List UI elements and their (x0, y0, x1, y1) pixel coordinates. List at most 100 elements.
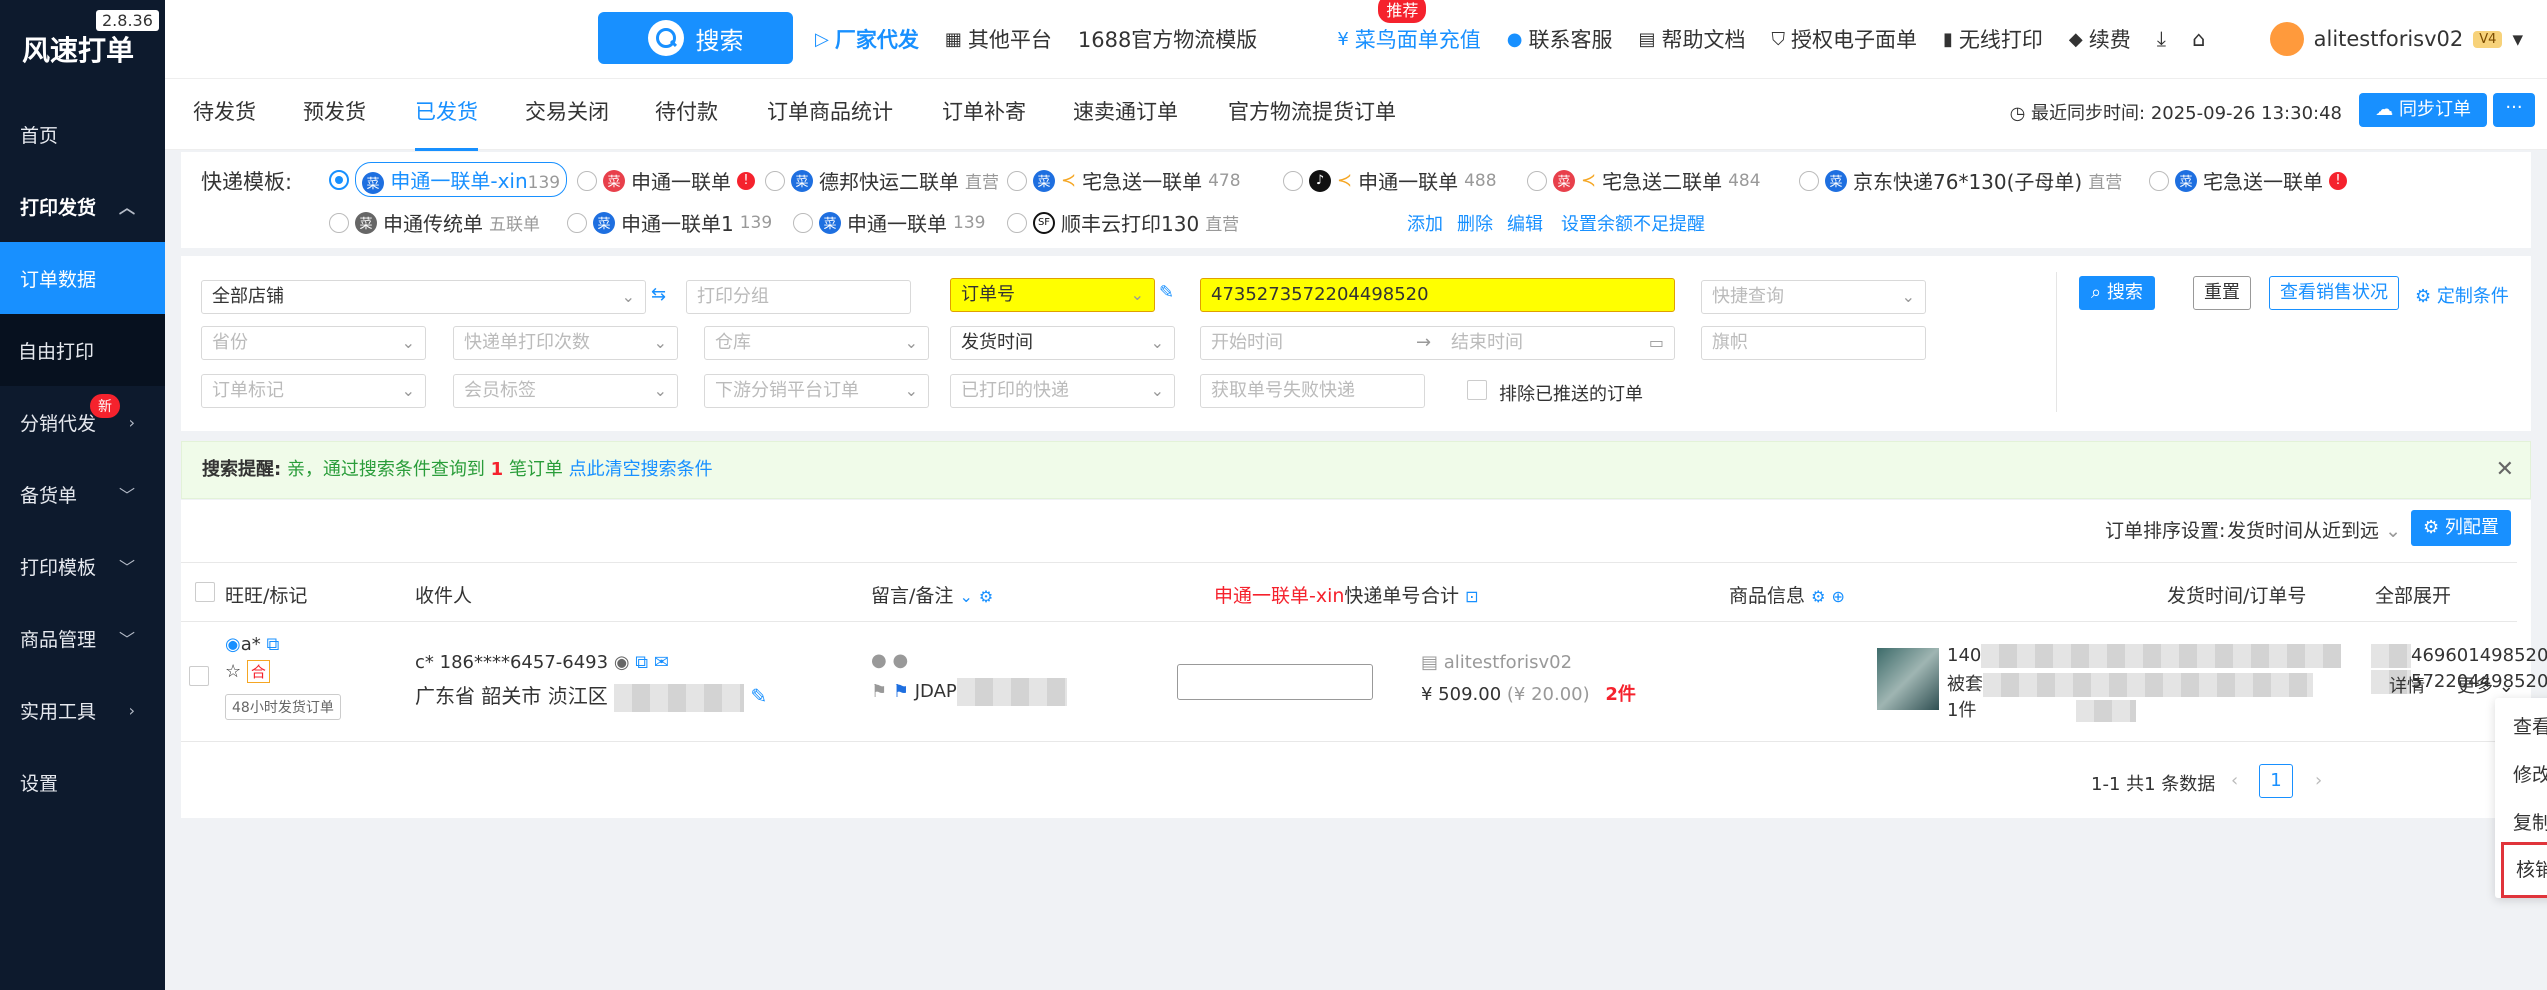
select-all-checkbox[interactable] (195, 582, 215, 602)
radio[interactable] (1527, 170, 1547, 191)
reset-button[interactable]: 重置 (2193, 276, 2251, 310)
print-times-select[interactable]: 快递单打印次数 ⌄ (453, 326, 678, 360)
radio[interactable] (1007, 170, 1027, 191)
global-search-button[interactable]: 搜索 (598, 12, 793, 64)
link-cainiao-recharge[interactable]: ¥ 菜鸟面单充值 (1337, 24, 1480, 54)
sidebar-item-goods[interactable]: 商品管理 ﹀ (0, 602, 165, 674)
radio[interactable] (1007, 212, 1027, 233)
page-1[interactable]: 1 (2259, 764, 2293, 798)
template-option[interactable]: ♪ ≺ 申通一联单 488 (1283, 166, 1497, 195)
product-thumbnail[interactable] (1877, 648, 1939, 710)
template-option[interactable]: 菜德邦快运二联单 直营 (765, 166, 999, 195)
download-icon[interactable]: ⤓ (2157, 27, 2166, 52)
col-remark[interactable]: 留言/备注 ⌄ ⚙ (871, 581, 993, 608)
link-help[interactable]: ▤ 帮助文档 (1639, 24, 1746, 54)
radio-checked[interactable] (329, 169, 349, 190)
radio[interactable] (2149, 170, 2169, 191)
exclude-pushed-checkbox[interactable] (1467, 380, 1487, 400)
tab-reship[interactable]: 订单补寄 (942, 79, 1026, 151)
tab-unpaid[interactable]: 待付款 (655, 79, 718, 151)
row-checkbox[interactable] (189, 666, 209, 686)
fail-express-input[interactable]: 获取单号失败快递 (1200, 374, 1425, 408)
star-icon[interactable]: ☆ (225, 661, 241, 682)
tab-pre-ship[interactable]: 预发货 (303, 79, 366, 151)
edit-icon[interactable]: ✎ (750, 684, 767, 708)
tab-shipped[interactable]: 已发货 (415, 79, 478, 151)
order-type-select[interactable]: 订单号 ⌄ (950, 278, 1155, 312)
tab-closed[interactable]: 交易关闭 (525, 79, 609, 151)
copy-icon[interactable]: ⧉ (635, 652, 648, 673)
template-option[interactable]: 菜申通传统单 五联单 (329, 208, 540, 237)
sidebar-item-print-template[interactable]: 打印模板 ﹀ (0, 530, 165, 602)
template-option[interactable]: 菜申通一联单 139 (793, 208, 985, 237)
add-icon[interactable]: ⊕ (1831, 587, 1844, 606)
template-option[interactable]: 菜 申通一联单-xin139 (329, 162, 568, 197)
edit-template-link[interactable]: 编辑 (1507, 210, 1543, 236)
sidebar-item-free-print[interactable]: 自由打印 (0, 314, 165, 386)
tab-aliexpress[interactable]: 速卖通订单 (1073, 79, 1178, 151)
sidebar-item-distribution[interactable]: 分销代发新 › (0, 386, 165, 458)
template-option[interactable]: SF 顺丰云打印130 直营 (1007, 208, 1239, 237)
tab-official-pickup[interactable]: 官方物流提货订单 (1228, 79, 1396, 151)
link-contact[interactable]: ● 联系客服 (1507, 24, 1613, 54)
sidebar-item-settings[interactable]: 设置 (0, 746, 165, 818)
template-option[interactable]: 菜 ≺ 宅急送二联单 484 (1527, 166, 1761, 195)
gift-icon[interactable]: ⌂ (2192, 27, 2205, 51)
search-button[interactable]: ⌕ 搜索 (2079, 276, 2155, 310)
downstream-select[interactable]: 下游分销平台订单 ⌄ (704, 374, 929, 408)
clear-conditions-link[interactable]: 点此清空搜索条件 (569, 459, 713, 480)
tab-goods-stats[interactable]: 订单商品统计 (767, 79, 893, 151)
sidebar-item-order-data[interactable]: 订单数据 (0, 242, 165, 314)
detail-link[interactable]: 详情 (2389, 672, 2425, 698)
sync-orders-button[interactable]: ☁ 同步订单 (2359, 93, 2487, 127)
next-page-icon[interactable]: › (2315, 770, 2322, 791)
sales-status-button[interactable]: 查看销售状况 (2269, 276, 2399, 310)
link-renew[interactable]: ◆ 续费 (2069, 24, 2131, 54)
template-option[interactable]: 菜京东快递76*130(子母单) 直营 (1799, 166, 2122, 195)
template-option[interactable]: 菜申通一联单1 139 (567, 208, 772, 237)
mail-icon[interactable]: ✉ (654, 652, 669, 673)
close-icon[interactable]: ✕ (2496, 442, 2514, 498)
menu-edit-address[interactable]: 修改收件地址 (2513, 760, 2547, 787)
radio[interactable] (793, 212, 813, 233)
radio[interactable] (765, 170, 785, 191)
swap-icon[interactable]: ⇆ (651, 284, 666, 305)
tracking-number-input[interactable] (1177, 664, 1373, 700)
add-template-link[interactable]: 添加 (1407, 210, 1443, 236)
flag-input[interactable]: 旗帜 (1701, 326, 1926, 360)
tab-pending-ship[interactable]: 待发货 (193, 79, 256, 151)
template-option[interactable]: 菜申通一联单! (577, 166, 755, 195)
order-number-input[interactable]: 4735273572204498520 (1200, 278, 1675, 312)
menu-writeoff-order[interactable]: 核销订单 (2501, 842, 2547, 898)
export-icon[interactable]: ⊡ (1465, 587, 1478, 606)
link-factory[interactable]: ▷ 厂家代发 (815, 24, 919, 54)
link-auth-waybill[interactable]: ⛉ 授权电子面单 (1772, 24, 1918, 54)
link-wireless-print[interactable]: ▮ 无线打印 (1943, 24, 2043, 54)
radio[interactable] (567, 212, 587, 233)
prev-page-icon[interactable]: ‹ (2231, 770, 2238, 791)
note-icon[interactable]: ● (892, 650, 908, 671)
print-group-input[interactable]: 打印分组 (686, 280, 911, 314)
link-1688-template[interactable]: 1688官方物流模版 推荐 (1078, 0, 1427, 54)
sidebar-item-print-ship[interactable]: 打印发货 ︿ (0, 170, 165, 242)
column-config-button[interactable]: ⚙ 列配置 (2411, 510, 2511, 546)
sidebar-item-home[interactable]: 首页 (0, 98, 165, 170)
quick-query-select[interactable]: 快捷查询 ⌄ (1701, 280, 1926, 314)
menu-copy-free-print[interactable]: 复制到自由打印 (2513, 808, 2547, 835)
link-other-platform[interactable]: ▦ 其他平台 (945, 24, 1052, 54)
expand-all-link[interactable]: 全部展开 (2375, 581, 2451, 608)
radio[interactable] (1799, 170, 1819, 191)
time-type-select[interactable]: 发货时间 ⌄ (950, 326, 1175, 360)
gear-icon[interactable]: ⚙ (1811, 587, 1825, 606)
pin-icon[interactable]: ✎ (1159, 282, 1174, 303)
sync-more-button[interactable]: ··· (2493, 93, 2535, 127)
sidebar-item-tools[interactable]: 实用工具 › (0, 674, 165, 746)
radio[interactable] (329, 212, 349, 233)
flag-icon[interactable]: ⚑ (871, 681, 887, 702)
template-option[interactable]: 菜 ≺ 宅急送一联单 478 (1007, 166, 1241, 195)
menu-view-log[interactable]: 查看操作日志 (2513, 712, 2547, 739)
message-icon[interactable]: ● (871, 650, 887, 671)
sort-select[interactable]: 发货时间从近到远 ⌄ (2227, 516, 2401, 543)
warehouse-select[interactable]: 仓库 ⌄ (704, 326, 929, 360)
user-menu[interactable]: alitestforisv02 V4 ▾ (2269, 0, 2523, 78)
